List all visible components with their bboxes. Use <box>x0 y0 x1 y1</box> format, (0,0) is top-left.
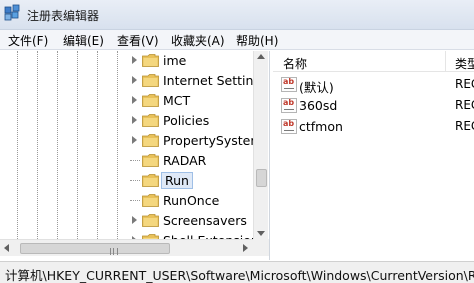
column-divider[interactable] <box>445 51 446 71</box>
title-bar[interactable]: 注册表编辑器 <box>0 0 474 30</box>
folder-icon <box>142 214 159 227</box>
tree-guide-line <box>97 51 98 239</box>
tree-guide-line <box>57 51 58 239</box>
expand-arrow-icon[interactable] <box>132 96 137 104</box>
registry-editor-icon <box>4 4 20 21</box>
value-row[interactable]: ab(默认) REG <box>273 75 474 95</box>
tree-item[interactable]: ime <box>128 51 269 71</box>
scroll-right-icon[interactable] <box>243 244 248 252</box>
values-column-header: 名称 类型 <box>273 51 474 72</box>
tree-item[interactable]: MCT <box>128 91 269 111</box>
tree-item[interactable]: Internet Settings <box>128 71 269 91</box>
tree-guide-line <box>37 51 38 239</box>
folder-icon <box>142 194 159 207</box>
scrollbar-corner <box>253 239 269 256</box>
tree-guide-line <box>17 51 18 239</box>
tree-horizontal-scroll-thumb[interactable] <box>20 243 170 255</box>
tree-guide-line <box>77 51 78 239</box>
column-header-name[interactable]: 名称 <box>283 55 307 72</box>
tree-item-label: RADAR <box>163 153 207 168</box>
folder-open-icon <box>142 174 159 187</box>
scroll-down-icon[interactable] <box>257 231 265 236</box>
value-type: REG <box>455 119 474 133</box>
tree-item[interactable]: PropertySystem <box>128 131 269 151</box>
string-value-icon: ab <box>281 77 297 92</box>
menu-help[interactable]: 帮助(H) <box>236 32 278 49</box>
window-title: 注册表编辑器 <box>27 9 100 23</box>
expand-arrow-icon[interactable] <box>132 116 137 124</box>
expand-arrow-icon[interactable] <box>132 56 137 64</box>
folder-icon <box>142 54 159 67</box>
tree-item[interactable]: Policies <box>128 111 269 131</box>
tree-item[interactable]: RADAR <box>128 151 269 171</box>
tree-item-label: Run <box>161 172 193 189</box>
folder-icon <box>142 134 159 147</box>
menu-bar: 文件(F) 编辑(E) 查看(V) 收藏夹(A) 帮助(H) <box>0 30 474 50</box>
folder-icon <box>142 74 159 87</box>
values-pane[interactable]: 名称 类型 ab(默认)REGab360sdREGabctfmonREG <box>273 51 474 260</box>
expand-arrow-icon[interactable] <box>132 136 137 144</box>
folder-icon <box>142 154 159 167</box>
tree-guide-line <box>117 51 118 239</box>
tree-connector <box>130 160 140 161</box>
tree-horizontal-scrollbar[interactable] <box>0 239 269 256</box>
tree-item[interactable]: Screensavers <box>128 211 269 231</box>
tree-vertical-scrollbar[interactable] <box>253 51 268 239</box>
value-name: (默认) <box>299 80 334 95</box>
folder-icon <box>142 114 159 127</box>
value-type: REG <box>455 77 474 91</box>
key-tree-pane[interactable]: ime Internet Settings MCT Policies PropertyS… <box>0 51 270 260</box>
tree-item-label: ime <box>163 53 187 68</box>
menu-file[interactable]: 文件(F) <box>8 32 48 49</box>
tree-item-label: RunOnce <box>163 193 220 208</box>
tree-item-label: Policies <box>163 113 210 128</box>
tree-item[interactable]: RunOnce <box>128 191 269 211</box>
value-row[interactable]: abctfmon REG <box>273 117 474 137</box>
grip-icon <box>110 248 118 255</box>
expand-arrow-icon[interactable] <box>132 216 137 224</box>
scroll-up-icon[interactable] <box>257 54 265 59</box>
string-value-icon: ab <box>281 119 297 134</box>
tree-connector <box>130 200 140 201</box>
column-header-type[interactable]: 类型 <box>455 55 474 72</box>
folder-icon <box>142 94 159 107</box>
tree-item-label: MCT <box>163 93 191 108</box>
scroll-left-icon[interactable] <box>4 244 9 252</box>
current-key-path: 计算机\HKEY_CURRENT_USER\Software\Microsoft… <box>5 268 474 283</box>
tree-item-label: Screensavers <box>163 213 247 228</box>
value-row[interactable]: ab360sd REG <box>273 96 474 116</box>
expand-arrow-icon[interactable] <box>132 76 137 84</box>
value-name: 360sd <box>299 98 338 113</box>
string-value-icon: ab <box>281 98 297 113</box>
menu-favorites[interactable]: 收藏夹(A) <box>171 32 225 49</box>
tree-item-label: PropertySystem <box>163 133 263 148</box>
value-name: ctfmon <box>299 119 343 134</box>
tree-item[interactable]: Run <box>128 171 269 191</box>
status-bar: 计算机\HKEY_CURRENT_USER\Software\Microsoft… <box>0 261 474 283</box>
menu-edit[interactable]: 编辑(E) <box>63 32 104 49</box>
value-type: REG <box>455 98 474 112</box>
tree-connector <box>130 180 140 181</box>
menu-view[interactable]: 查看(V) <box>117 32 159 49</box>
tree-vertical-scroll-thumb[interactable] <box>256 169 267 187</box>
